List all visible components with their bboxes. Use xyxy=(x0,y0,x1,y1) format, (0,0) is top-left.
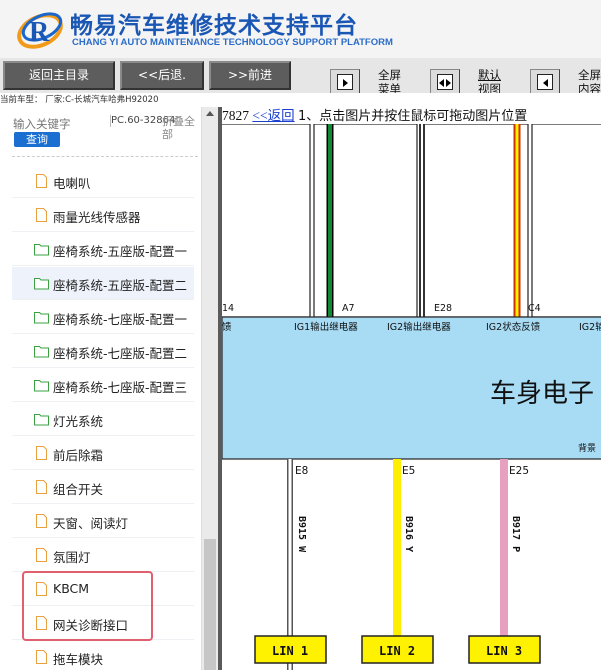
tree-item-label: 天窗、阅读灯 xyxy=(53,516,129,531)
tree-item[interactable]: 氛围灯 xyxy=(12,539,194,572)
tree-item[interactable]: 组合开关 xyxy=(12,471,194,504)
tree-item[interactable]: 座椅系统-七座版-配置二 xyxy=(12,335,194,368)
pin-label: E5 xyxy=(402,465,415,477)
file-icon xyxy=(36,548,47,562)
file-icon xyxy=(36,480,47,494)
file-icon xyxy=(36,208,47,222)
pin-label: C4 xyxy=(528,303,541,314)
toolbar: 返回主目录 <<后退. >>前进 全屏 菜单 默认 视图 全屏 内容 xyxy=(0,58,601,96)
tree-item[interactable]: 灯光系统 xyxy=(12,403,194,436)
scroll-thumb[interactable] xyxy=(204,539,216,670)
tree-item[interactable]: 座椅系统-五座版-配置一 xyxy=(12,233,194,266)
connector-box xyxy=(421,124,529,318)
current-vehicle: 当前车型： 厂家:C-长城汽车哈弗H92020 xyxy=(0,93,601,107)
tree-item-label: 电喇叭 xyxy=(53,176,91,191)
expand-left-icon xyxy=(543,79,548,87)
tree-item[interactable]: 天窗、阅读灯 xyxy=(12,505,194,538)
back-button[interactable]: <<后退. xyxy=(120,61,204,90)
diagram-nav: 7827 <<返回 1、点击图片并按住鼠标可拖动图片位置 xyxy=(222,107,601,124)
diagram-back-link[interactable]: <<返回 xyxy=(252,108,294,123)
folder-icon xyxy=(34,380,49,392)
tree-item[interactable]: 前后除霜 xyxy=(12,437,194,470)
pin-label: A7 xyxy=(342,303,355,314)
signal-label: 馈 xyxy=(222,321,232,333)
tree-item-label: 座椅系统-五座版-配置二 xyxy=(53,278,188,293)
fullscreen-content-label: 全屏 内容 xyxy=(578,68,601,96)
wiring-diagram[interactable]: 车身电子 背景 14 A7 E28 C4 馈 IG1输出继电器 IG2输出继电器 IG2状态反… xyxy=(222,124,601,670)
pin-label: E8 xyxy=(295,465,308,477)
tree-item-label: 座椅系统-五座版-配置一 xyxy=(53,244,188,259)
default-view-button[interactable] xyxy=(430,69,460,95)
tree-item[interactable]: 座椅系统-七座版-配置一 xyxy=(12,301,194,334)
tree-item-label: 雨量光线传感器 xyxy=(53,210,141,225)
pin-label: E28 xyxy=(434,303,452,314)
diagram-instruction: 1、点击图片并按住鼠标可拖动图片位置 xyxy=(297,109,528,124)
back-to-main-button[interactable]: 返回主目录 xyxy=(3,61,115,90)
tree-item-label: 座椅系统-七座版-配置三 xyxy=(53,380,188,395)
file-icon xyxy=(36,514,47,528)
default-view-label[interactable]: 默认 视图 xyxy=(478,68,501,96)
wire-label: B916 Y xyxy=(403,516,414,552)
folder-icon xyxy=(34,414,49,426)
pin-label: E25 xyxy=(509,465,529,477)
lin-label: LIN 3 xyxy=(486,644,522,658)
file-icon xyxy=(36,446,47,460)
lin-label: LIN 1 xyxy=(272,644,308,658)
search-input[interactable] xyxy=(13,117,105,131)
forward-button[interactable]: >>前进 xyxy=(209,61,291,90)
fullscreen-menu-button[interactable] xyxy=(330,69,360,95)
logo-icon: R xyxy=(17,12,63,49)
collapse-all-link[interactable]: 折叠全部 xyxy=(162,115,198,141)
tree-item-label: 组合开关 xyxy=(53,482,104,497)
fullscreen-menu-label: 全屏 菜单 xyxy=(378,68,401,96)
file-icon xyxy=(36,174,47,188)
app-header: R 畅易汽车维修技术支持平台 CHANG YI AUTO MAINTENANCE… xyxy=(0,0,601,58)
wire-label: B917 P xyxy=(510,516,521,552)
pin-label: 14 xyxy=(222,303,234,314)
folder-icon xyxy=(34,278,49,290)
pc-code: PC.60-32864 xyxy=(110,115,176,127)
tree-item-label: 前后除霜 xyxy=(53,448,104,463)
signal-label: IG1输出继电器 xyxy=(294,321,358,333)
connector-box xyxy=(222,124,311,318)
lin-label: LIN 2 xyxy=(379,644,415,658)
wire-label: B915 W xyxy=(296,516,307,553)
query-button[interactable]: 查询 xyxy=(14,132,60,147)
wiring-diagram-panel[interactable]: 7827 <<返回 1、点击图片并按住鼠标可拖动图片位置 车身电子 背景 14 A… xyxy=(222,107,601,670)
svg-text:R: R xyxy=(29,17,50,48)
tree-item[interactable]: 座椅系统-七座版-配置三 xyxy=(12,369,194,402)
sidebar-scrollbar[interactable] xyxy=(201,107,218,670)
signal-label: IG2状态反馈 xyxy=(486,321,541,333)
tree-item[interactable]: 座椅系统-五座版-配置二 xyxy=(12,267,194,300)
module-note: 背景 xyxy=(578,442,596,454)
scroll-up-icon[interactable] xyxy=(206,111,214,116)
folder-icon xyxy=(34,312,49,324)
tree-item-label: 座椅系统-七座版-配置二 xyxy=(53,346,188,361)
tree-item-label: 拖车模块 xyxy=(53,652,104,667)
tree-item-label: 灯光系统 xyxy=(53,414,104,429)
app-subtitle: CHANG YI AUTO MAINTENANCE TECHNOLOGY SUP… xyxy=(72,37,393,48)
split-view-icon xyxy=(439,79,451,87)
folder-icon xyxy=(34,346,49,358)
expand-right-icon xyxy=(343,79,348,87)
file-icon xyxy=(36,650,47,664)
tree-item-label: 座椅系统-七座版-配置一 xyxy=(53,312,188,327)
diagram-code: 7827 xyxy=(222,108,249,123)
tree-item[interactable]: 拖车模块 xyxy=(12,641,194,670)
connector-box xyxy=(531,124,601,318)
signal-label: IG2输出继电器 xyxy=(387,321,451,333)
fullscreen-content-button[interactable] xyxy=(530,69,560,95)
folder-icon xyxy=(34,244,49,256)
signal-label: IG2输 xyxy=(579,321,601,333)
highlight-box xyxy=(22,571,153,641)
module-name: 车身电子 xyxy=(490,379,594,409)
divider xyxy=(12,156,198,157)
tree-item-label: 氛围灯 xyxy=(53,550,91,565)
tree-item[interactable]: 电喇叭 xyxy=(12,165,194,198)
app-title: 畅易汽车维修技术支持平台 xyxy=(70,13,358,39)
tree-item[interactable]: 雨量光线传感器 xyxy=(12,199,194,232)
